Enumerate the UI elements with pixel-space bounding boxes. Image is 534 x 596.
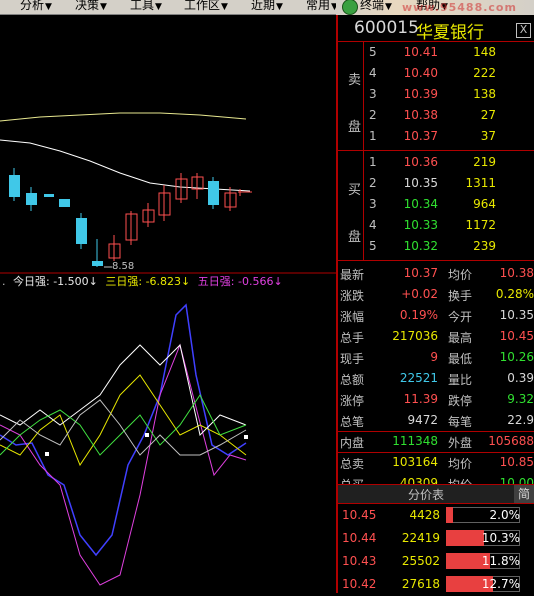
stat-row: 总笔 9472 每笔 22.9 [340,413,534,429]
stat-row: 现手 9 最低 10.26 [340,350,534,366]
indicator-today: 今日强: -1.500↓ [13,275,98,288]
indicator-marker [45,452,49,456]
logo-icon [342,0,358,15]
menu-decision[interactable]: 决策▼ [75,0,107,13]
stat-row: 内盘 111348 外盘 105688 [340,434,534,450]
menu-workspace[interactable]: 工作区▼ [184,0,228,13]
buy-level-row[interactable]: 2 10.35 1311 [338,173,534,194]
stock-name: 华夏银行 [416,23,484,43]
price-distribution-header: 分价表 简 [338,484,534,504]
price-distribution-row[interactable]: 10.45 4428 2.0% [338,504,534,527]
sell-level-row[interactable]: 2 10.38 27 [338,105,534,126]
indicator-legend: . 今日强: -1.500↓ 三日强: -6.823↓ 五日强: -0.566↓ [2,275,283,288]
indicator-three-day: 三日强: -6.823↓ [105,275,191,288]
ma-long-line [0,112,247,122]
orderbook-separator [338,260,534,261]
stat-row: 涨幅 0.19% 今开 10.35 [340,308,534,324]
buy-level-row[interactable]: 3 10.34 964 [338,194,534,215]
quote-panel: 600015 华夏银行 X 卖盘 5 10.41 148 4 10.40 222 3 10.39… [338,15,534,593]
indicator-lines [0,303,247,586]
watermark-banner: 终端▼ 帮助▼ www.95488.com [336,0,534,15]
buy-level-row[interactable]: 5 10.32 239 [338,236,534,257]
chevron-down-icon: ▼ [100,2,107,12]
sell-level-row[interactable]: 4 10.40 222 [338,63,534,84]
price-distribution-title: 分价表 [408,488,445,502]
menu-analysis[interactable]: 分析▼ [20,0,52,13]
stat-row: 涨跌 +0.02 换手 0.28% [340,287,534,303]
orderbook-separator [338,150,534,151]
stock-code: 600015 [354,18,419,38]
price-distribution-row[interactable]: 10.43 25502 11.8% [338,550,534,573]
stat-row: 涨停 11.39 跌停 9.32 [340,392,534,408]
menu-tools[interactable]: 工具▼ [130,0,162,13]
orderbook-vline [363,42,364,260]
simple-mode-button[interactable]: 简 [514,485,534,503]
candle [26,193,37,205]
menu-terminal[interactable]: 终端▼ [360,0,392,13]
indicator-marker [145,433,149,437]
stat-row: 最新 10.37 均价 10.38 [340,266,534,282]
indicator-marker [244,435,248,439]
chevron-down-icon: ▼ [155,2,162,12]
kline-svg [0,112,336,586]
candle [44,194,54,197]
sell-level-row[interactable]: 3 10.39 138 [338,84,534,105]
candle [59,199,70,207]
chevron-down-icon: ▼ [385,2,392,12]
chevron-down-icon: ▼ [276,2,283,12]
buy-level-row[interactable]: 4 10.33 1172 [338,215,534,236]
candle [208,181,219,205]
close-button[interactable]: X [516,23,531,38]
chevron-down-icon: ▼ [45,2,52,12]
stock-header: 600015 华夏银行 X [338,15,534,43]
stat-row: 总额 22521 量比 0.39 [340,371,534,387]
stat-row: 总卖 103164 均价 10.85 [340,455,534,471]
menu-bar: 分析▼ 决策▼ 工具▼ 工作区▼ 近期▼ 常用▼ 终端▼ 帮助▼ www.954… [0,0,534,15]
indicator-five-day: 五日强: -0.566↓ [197,275,283,288]
candle [9,175,20,197]
menu-common[interactable]: 常用▼ [306,0,338,13]
candles [9,168,252,267]
kline-chart-area[interactable]: 8.58 . 今日强: -1.500↓ 三日强: -6.823↓ 五日强: -0… [0,15,336,593]
watermark-text: www.95488.com [402,1,517,14]
candle [92,261,103,266]
sell-level-row[interactable]: 1 10.37 37 [338,126,534,147]
chevron-down-icon: ▼ [221,2,228,12]
buy-level-row[interactable]: 1 10.36 219 [338,152,534,173]
low-price-label: 8.58 [112,261,135,272]
price-distribution-row[interactable]: 10.44 22419 10.3% [338,527,534,550]
menu-recent[interactable]: 近期▼ [251,0,283,13]
stat-row: 总手 217036 最高 10.45 [340,329,534,345]
sell-level-row[interactable]: 5 10.41 148 [338,42,534,63]
candle [76,218,87,244]
